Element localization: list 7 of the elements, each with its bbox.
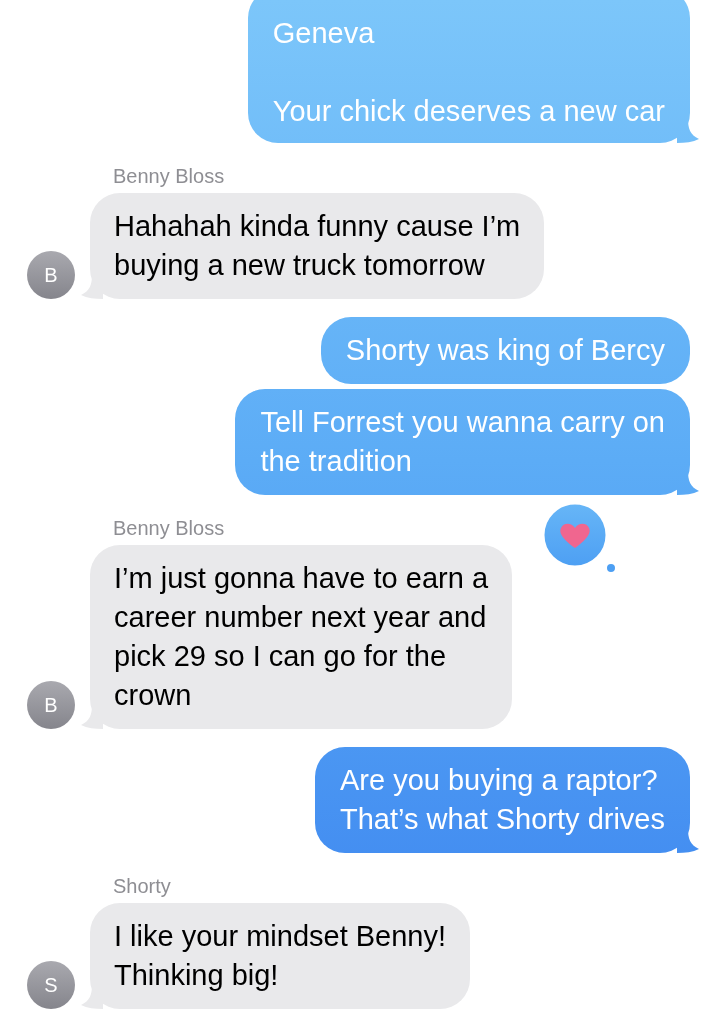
- avatar: B: [27, 681, 75, 729]
- avatar: S: [27, 961, 75, 1009]
- avatar: B: [27, 251, 75, 299]
- sender-name: Shorty: [113, 875, 172, 898]
- sender-name: Benny Bloss: [113, 517, 226, 540]
- sent-message-bubble: Shorty was king of Bercy: [320, 317, 690, 384]
- sender-name: Benny Bloss: [113, 165, 226, 188]
